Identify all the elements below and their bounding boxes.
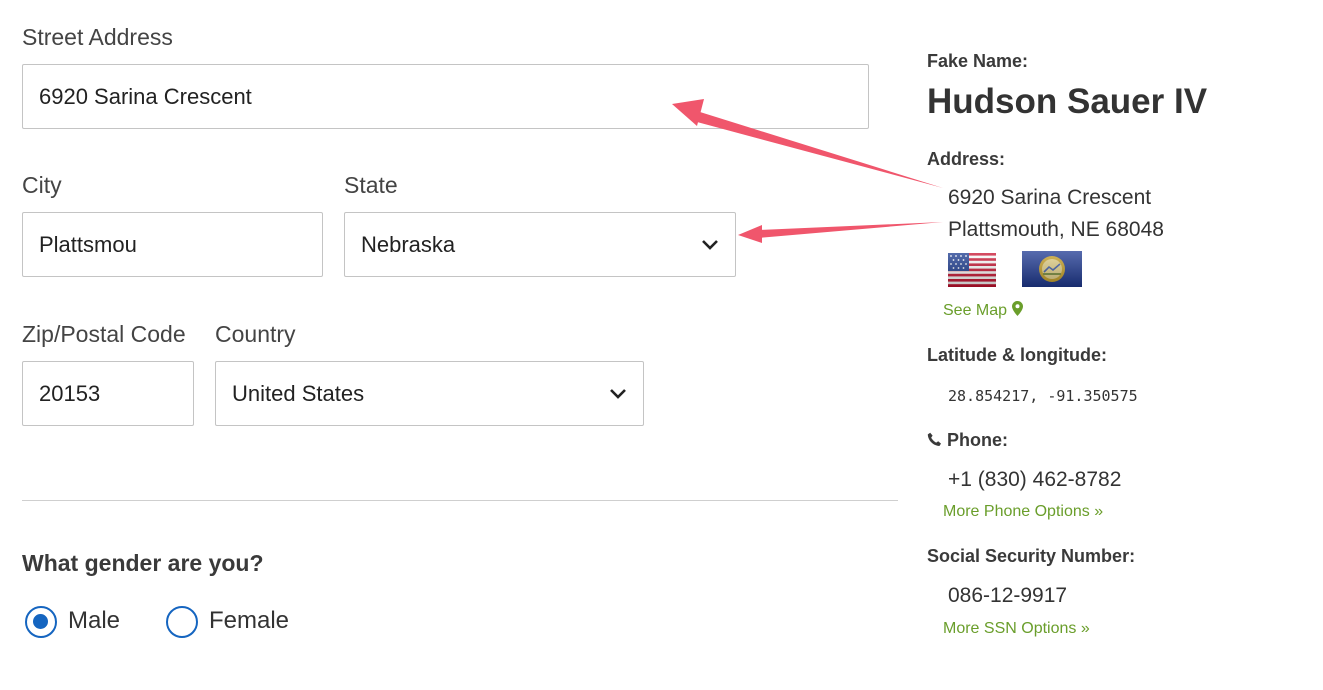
gender-question: What gender are you? xyxy=(22,550,264,576)
zip-label: Zip/Postal Code xyxy=(22,321,186,347)
street-address-input[interactable] xyxy=(22,64,869,129)
radio-selected-dot xyxy=(33,614,48,629)
arrow-to-state xyxy=(738,222,943,243)
zip-input[interactable] xyxy=(22,361,194,426)
fake-name: Hudson Sauer IV xyxy=(927,82,1208,121)
fake-name-heading: Fake Name: xyxy=(927,51,1029,71)
more-phone-options-link[interactable]: More Phone Options » xyxy=(943,503,1103,521)
phone-value: +1 (830) 462-8782 xyxy=(948,468,1122,491)
latlong-heading: Latitude & longitude: xyxy=(927,345,1107,365)
section-divider xyxy=(22,500,898,501)
country-label: Country xyxy=(215,321,296,347)
ssn-value: 086-12-9917 xyxy=(948,584,1068,607)
city-label: City xyxy=(22,172,62,198)
gender-female-label[interactable]: Female xyxy=(209,607,289,635)
phone-heading: Phone: xyxy=(927,430,1008,451)
country-selected-value: United States xyxy=(232,380,365,406)
phone-icon xyxy=(927,432,941,446)
gender-male-label[interactable]: Male xyxy=(68,607,120,635)
address-line1: 6920 Sarina Crescent xyxy=(948,186,1152,209)
phone-heading-label: Phone: xyxy=(947,430,1009,450)
chevron-down-icon xyxy=(610,388,626,399)
see-map-label: See Map xyxy=(943,302,1008,319)
country-select[interactable]: United States xyxy=(215,361,644,426)
address-line2: Plattsmouth, NE 68048 xyxy=(948,218,1164,241)
city-input[interactable] xyxy=(22,212,323,277)
state-select[interactable]: Nebraska xyxy=(344,212,736,277)
gender-male-radio[interactable] xyxy=(25,606,57,638)
state-selected-value: Nebraska xyxy=(361,231,456,257)
see-map-link[interactable]: See Map xyxy=(943,301,1023,320)
address-heading: Address: xyxy=(927,149,1006,169)
state-label: State xyxy=(344,172,398,198)
chevron-down-icon xyxy=(702,239,718,250)
gender-female-radio[interactable] xyxy=(166,606,198,638)
street-address-label: Street Address xyxy=(22,24,173,50)
ssn-heading: Social Security Number: xyxy=(927,546,1136,566)
more-ssn-options-link[interactable]: More SSN Options » xyxy=(943,620,1090,638)
nebraska-flag-icon xyxy=(1022,251,1082,287)
latlong-value: 28.854217, -91.350575 xyxy=(948,387,1138,405)
us-flag-icon xyxy=(948,253,996,287)
map-pin-icon xyxy=(1011,301,1023,316)
